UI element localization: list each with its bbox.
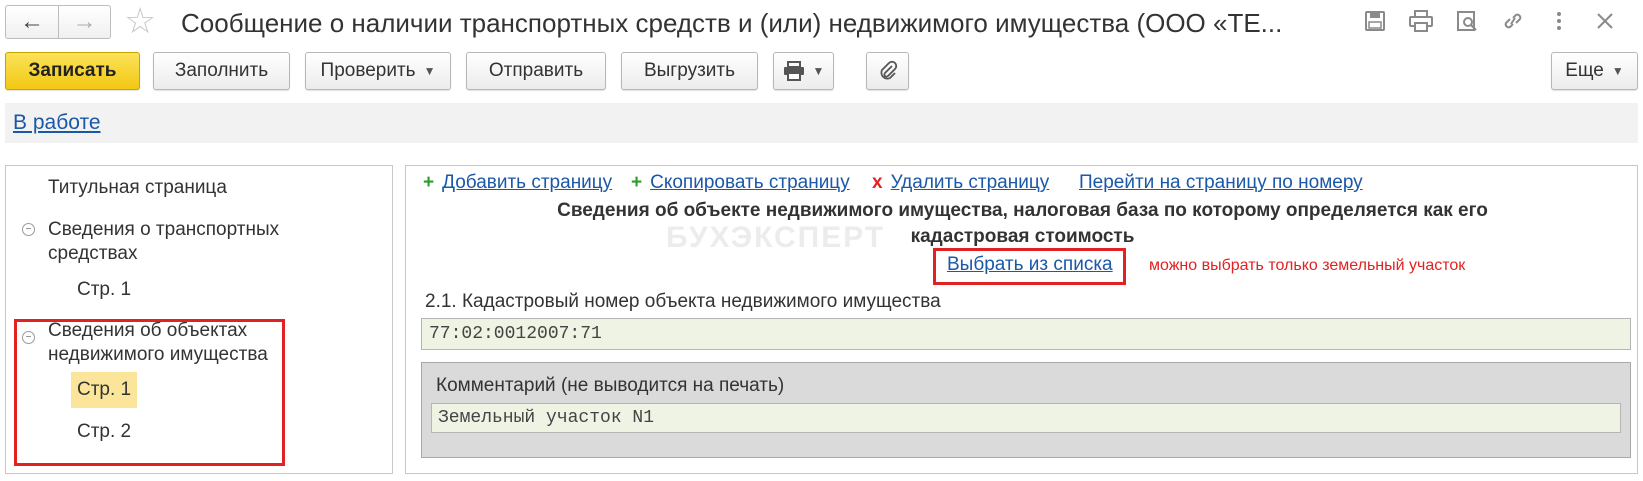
delete-page-link[interactable]: x Удалить страницу [872,172,1049,194]
comment-field[interactable]: Земельный участок N1 [431,403,1621,433]
more-vertical-icon[interactable] [1541,6,1577,36]
send-button[interactable]: Отправить [466,52,606,90]
cadastral-number-field[interactable]: 77:02:0012007:71 [421,318,1631,350]
printer-icon [783,61,804,81]
tree-item-transport-line1: Сведения о транспортных [48,219,280,240]
annotation-highlight-box [14,319,285,466]
status-strip: В работе [5,103,1638,143]
chevron-down-icon: ▼ [1611,64,1624,78]
chevron-down-icon: ▼ [423,64,436,78]
paperclip-icon [880,60,897,80]
tree-item-title-page[interactable]: Титульная страница [48,176,227,200]
copy-page-label: Скопировать страницу [650,172,850,193]
plus-icon: + [631,172,643,193]
cadastral-number-label: 2.1. Кадастровый номер объекта недвижимо… [425,291,941,312]
title-bar: ← → ☆ Сообщение о наличии транспортных с… [0,0,1643,46]
section-title-line1: Сведения об объекте недвижимого имуществ… [557,200,1488,221]
tree-item-transport[interactable]: Сведения о транспортных средствах [48,218,279,266]
add-page-label: Добавить страницу [442,172,613,193]
save-button[interactable]: Записать [5,52,140,90]
more-button[interactable]: Еще ▼ [1551,52,1638,90]
check-button[interactable]: Проверить ▼ [305,52,451,90]
print-menu-button[interactable]: ▼ [773,52,834,90]
tree-item-transport-line2: средствах [48,243,138,264]
section-title-line2: кадастровая стоимость [910,226,1135,247]
more-button-label: Еще [1565,60,1604,81]
close-icon[interactable] [1587,6,1623,36]
add-page-link[interactable]: + Добавить страницу [423,172,612,194]
section-title: Сведения об объекте недвижимого имуществ… [406,198,1639,250]
goto-page-link[interactable]: Перейти на страницу по номеру [1079,172,1363,194]
link-icon[interactable] [1495,6,1531,36]
plus-icon: + [423,172,435,193]
back-button[interactable]: ← [6,6,58,38]
save-icon[interactable] [1357,6,1393,36]
window-title: Сообщение о наличии транспортных средств… [181,8,1283,38]
comment-label: Комментарий (не выводится на печать) [436,375,785,396]
arrow-right-icon: → [72,8,97,35]
select-from-list-link[interactable]: Выбрать из списка [947,254,1113,276]
check-button-label: Проверить [320,60,416,81]
page-content: + Добавить страницу + Скопировать страницу… [405,165,1638,474]
collapse-icon[interactable]: − [22,223,35,236]
copy-page-link[interactable]: + Скопировать страницу [631,172,850,194]
preview-icon[interactable] [1449,6,1485,36]
print-icon[interactable] [1403,6,1439,36]
tree-item-transport-page-1[interactable]: Стр. 1 [77,278,131,302]
attach-button[interactable] [866,52,909,90]
delete-x-icon: x [872,172,883,193]
toolbar: Записать Заполнить Проверить ▼ Отправить … [0,52,1643,92]
title-icons [1357,6,1623,36]
fill-button[interactable]: Заполнить [153,52,290,90]
sections-tree: Титульная страница − Сведения о транспор… [5,165,393,474]
comment-group: Комментарий (не выводится на печать) Зем… [421,362,1631,458]
delete-page-label: Удалить страницу [890,172,1050,193]
favorite-star-icon[interactable]: ☆ [124,3,156,39]
arrow-left-icon: ← [20,8,44,35]
forward-button[interactable]: → [58,6,110,38]
export-button[interactable]: Выгрузить [621,52,758,90]
chevron-down-icon: ▼ [812,64,825,78]
nav-group: ← → [5,5,111,39]
status-link[interactable]: В работе [13,111,101,135]
annotation-note: можно выбрать только земельный участок [1149,257,1466,274]
